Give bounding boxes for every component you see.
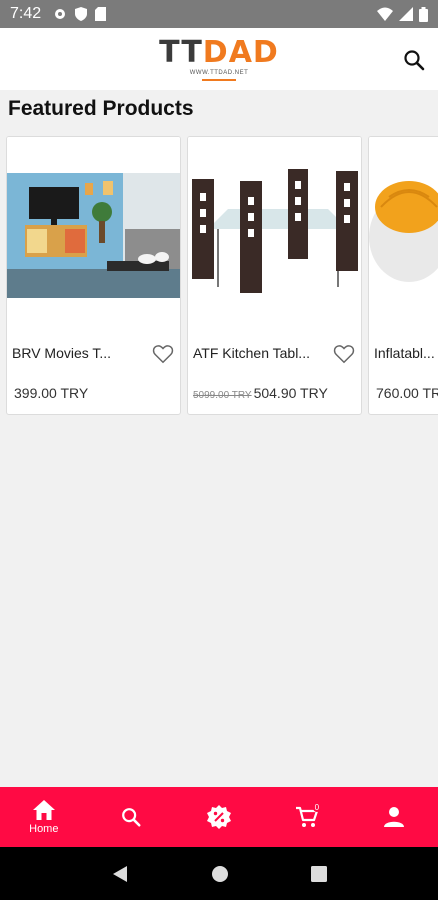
nav-profile[interactable]: [350, 787, 438, 847]
settings-icon: [55, 9, 66, 19]
user-icon: [384, 807, 405, 827]
back-icon[interactable]: [111, 865, 129, 883]
logo-site: WWW.TTDAD.NET: [189, 70, 249, 76]
ttdad-logo[interactable]: TTDAD WWW.TTDAD.NET: [159, 37, 279, 81]
nav-cart[interactable]: 0: [263, 787, 351, 847]
system-navigation-bar: [0, 847, 438, 900]
search-icon[interactable]: [402, 48, 426, 72]
product-name[interactable]: ATF Kitchen Tabl...: [193, 345, 310, 361]
nav-home-label: Home: [29, 823, 59, 835]
featured-products-list[interactable]: BRV Movies T... 399.00 TRY ATF Kitchen T…: [6, 136, 438, 416]
nav-home[interactable]: Home: [0, 787, 88, 847]
section-title: Featured Products: [8, 97, 194, 120]
status-time: 7:42: [10, 5, 42, 22]
discount-badge-icon: [206, 805, 231, 829]
product-name[interactable]: Inflatabl...: [374, 345, 435, 361]
search-icon: [122, 808, 141, 827]
product-current-price: 760.00 TRY: [376, 385, 438, 401]
product-current-price: 399.00 TRY: [14, 385, 89, 401]
logo-dad: DAD: [202, 35, 279, 70]
sd-card-icon: [95, 7, 107, 21]
nav-search[interactable]: [88, 787, 176, 847]
favorite-heart-icon[interactable]: [152, 343, 174, 365]
battery-icon: [419, 6, 428, 22]
bottom-navigation: Home 0: [0, 787, 438, 847]
product-current-price: 504.90 TRY: [253, 385, 328, 401]
product-image: [188, 137, 361, 327]
product-name[interactable]: BRV Movies T...: [12, 345, 111, 361]
product-card[interactable]: ATF Kitchen Tabl... 5099.00 TRY 504.90 TR…: [187, 136, 362, 415]
wifi-icon: [377, 7, 393, 21]
home-icon: [32, 800, 55, 820]
product-card[interactable]: Inflatabl... 760.00 TRY: [368, 136, 438, 415]
favorite-heart-icon[interactable]: [333, 343, 355, 365]
product-image: [7, 137, 180, 327]
product-card[interactable]: BRV Movies T... 399.00 TRY: [6, 136, 181, 415]
product-price: 399.00 TRY: [12, 385, 88, 401]
product-image: [369, 137, 438, 327]
product-price: 5099.00 TRY 504.90 TRY: [193, 385, 328, 401]
logo-underline: [202, 79, 236, 81]
home-circle-icon[interactable]: [211, 865, 229, 883]
signal-icon: [399, 7, 413, 21]
status-bar: 7:42: [0, 0, 438, 28]
logo-tt: TT: [159, 35, 203, 70]
nav-deals[interactable]: [175, 787, 263, 847]
recents-icon[interactable]: [311, 865, 327, 882]
app-bar: TTDAD WWW.TTDAD.NET: [0, 28, 438, 90]
product-old-price: 5099.00 TRY: [193, 390, 252, 401]
product-price: 760.00 TRY: [374, 385, 438, 401]
cart-count-badge: 0: [312, 803, 322, 812]
shield-icon: [75, 7, 88, 21]
